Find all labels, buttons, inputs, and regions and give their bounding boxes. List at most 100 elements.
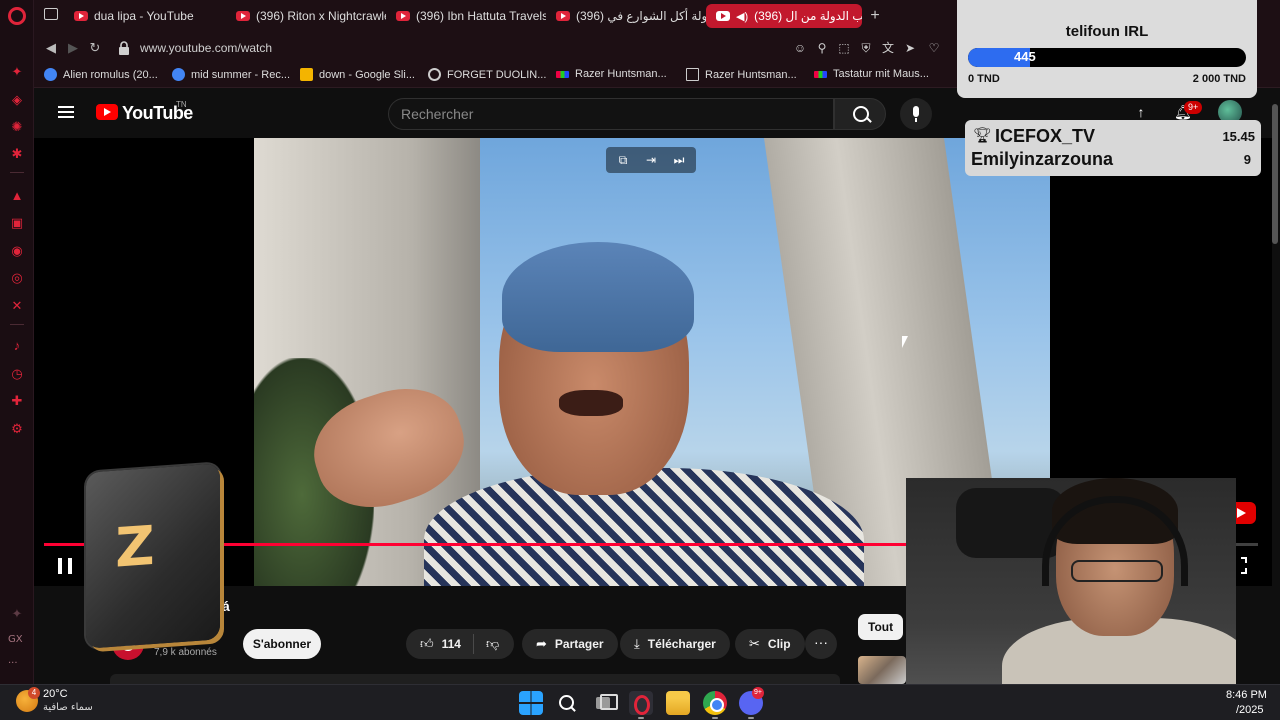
aria-icon[interactable]: ▲ — [9, 188, 25, 204]
notification-badge: 9+ — [1184, 101, 1203, 114]
twitch-icon[interactable]: ✦ — [9, 64, 25, 80]
more-icon[interactable]: ··· — [8, 658, 18, 669]
flow-icon[interactable]: ✺ — [9, 119, 25, 135]
clock-time[interactable]: 8:46 PM — [1226, 689, 1267, 701]
speaker-icon[interactable]: ◀) — [736, 10, 748, 23]
tab-menu-icon[interactable] — [44, 8, 58, 20]
mouse-cursor-icon — [902, 336, 908, 348]
donation-max-label: 2 000 TND — [1192, 73, 1246, 85]
reload-icon[interactable]: ↻ — [86, 39, 104, 57]
music-icon[interactable]: ♪ — [9, 338, 25, 354]
donation-min-label: 0 TND — [968, 73, 1000, 85]
download-button[interactable]: ⤓ Télécharger — [620, 629, 730, 659]
opera-gx-taskbar-icon[interactable] — [629, 691, 653, 715]
pause-button[interactable] — [58, 558, 72, 574]
bookmark-item[interactable]: Alien romulus (20... — [44, 68, 158, 81]
subscribe-button[interactable]: S'abonner — [243, 629, 321, 659]
share-label: Partager — [554, 637, 604, 651]
bookmark-item[interactable]: Tastatur mit Maus... — [814, 68, 929, 80]
donation-progress-bar: 445 — [968, 48, 1246, 67]
tab[interactable]: (396) Ibn Hattuta Travels — [386, 4, 546, 28]
donation-current-amount: 445 — [1014, 49, 1036, 64]
donation-goal-title: telifoun IRL — [1065, 23, 1149, 40]
file-explorer-icon[interactable] — [666, 691, 690, 715]
chip-all[interactable]: Tout — [858, 614, 904, 640]
opera-logo-icon[interactable] — [8, 7, 26, 25]
history-icon[interactable]: ◷ — [9, 366, 25, 382]
url-text[interactable]: www.youtube.com/watch — [140, 41, 272, 55]
bookmark-label: Razer Huntsman... — [575, 68, 667, 80]
emoji-icon[interactable]: ☺ — [792, 40, 808, 56]
windows-start-icon[interactable] — [519, 691, 543, 715]
bookmark-item[interactable]: Razer Huntsman... — [556, 68, 667, 80]
second-donor-amount: 9 — [1243, 152, 1251, 167]
more-actions-button[interactable]: ··· — [805, 629, 837, 659]
extensions-icon[interactable]: ✚ — [9, 393, 25, 409]
youtube-logo-icon[interactable] — [96, 104, 118, 120]
voice-search-button[interactable] — [900, 98, 932, 130]
scissors-icon: ✂ — [749, 636, 760, 651]
recommended-video-thumbnail[interactable] — [858, 656, 906, 684]
translate-icon[interactable]: 文 — [880, 40, 896, 56]
like-count[interactable]: 114 — [442, 637, 461, 651]
download-label: Télécharger — [647, 637, 716, 651]
bookmark-label: mid summer - Rec... — [191, 68, 291, 81]
thumbs-up-icon[interactable]: 👍︎ — [420, 636, 434, 652]
taskbar-search-icon[interactable] — [555, 691, 579, 715]
forward-icon[interactable]: ▶ — [64, 39, 82, 57]
gx-label: GX — [8, 634, 23, 645]
tab[interactable]: (396) جولة أكل الشوارع في — [546, 4, 706, 28]
tab-title: (396) Riton x Nightcrawle — [256, 9, 386, 23]
shield-icon[interactable]: ⛨ — [858, 40, 874, 56]
thumbs-down-icon[interactable]: 👎︎ — [486, 636, 499, 652]
pop-out-icon[interactable]: ⇥ — [638, 150, 664, 170]
pin-icon[interactable]: ✦ — [9, 606, 25, 622]
video-person-shirt — [424, 468, 864, 586]
menu-icon[interactable] — [58, 106, 74, 118]
page-icon — [686, 68, 699, 81]
instagram-icon[interactable]: ◎ — [9, 270, 25, 286]
youtube-favicon-icon — [396, 11, 410, 21]
miniplayer-icon[interactable]: ⧉ — [610, 150, 636, 170]
youtube-favicon-icon — [716, 11, 730, 21]
bookmark-item[interactable]: FORGET DUOLIN... — [428, 68, 546, 81]
upload-icon[interactable]: ↑ — [1134, 104, 1148, 120]
new-tab-button[interactable]: + — [866, 7, 884, 25]
lock-icon — [119, 41, 129, 55]
chrome-icon[interactable] — [703, 691, 727, 715]
gx-corner-icon[interactable]: ◈ — [9, 92, 25, 108]
clip-button[interactable]: ✂ Clip — [735, 629, 805, 659]
twitch-sidebar-icon[interactable]: ▣ — [9, 215, 25, 231]
weather-description[interactable]: سماء صافية — [43, 702, 93, 713]
send-icon[interactable]: ➤ — [902, 40, 918, 56]
youtube-favicon-icon — [556, 11, 570, 21]
scrollbar[interactable] — [1272, 104, 1278, 244]
x-icon[interactable]: ✕ — [9, 298, 25, 314]
clock-date[interactable]: /2025 — [1236, 704, 1264, 716]
skip-next-icon[interactable]: ⏭ — [666, 150, 692, 170]
bookmark-item[interactable]: mid summer - Rec... — [172, 68, 290, 81]
search-button[interactable] — [834, 98, 886, 130]
snapshot-icon[interactable]: ⬚ — [836, 40, 852, 56]
description-box[interactable] — [110, 674, 840, 684]
task-view-icon[interactable] — [592, 691, 618, 715]
screen: ✦ ◈ ✺ ✱ ▲ ▣ ◉ ◎ ✕ ♪ ◷ ✚ ⚙ ✦ GX ··· dua l… — [0, 0, 1280, 720]
messenger-icon[interactable]: ◉ — [9, 243, 25, 259]
weather-temperature[interactable]: 20°C — [43, 688, 68, 700]
windows-taskbar: 4 20°C سماء صافية 9+ 8:46 PM /2025 — [0, 684, 1280, 720]
settings-icon[interactable]: ⚙ — [9, 421, 25, 437]
search-input[interactable]: Rechercher — [388, 98, 834, 130]
tab-active[interactable]: ◀) (396) ظرب الدولة من ال — [706, 4, 862, 28]
sidebar-divider — [10, 172, 24, 173]
tab[interactable]: (396) Riton x Nightcrawle — [226, 4, 386, 28]
tab[interactable]: dua lipa - YouTube — [64, 4, 224, 28]
gx-cleaner-icon[interactable]: ✱ — [9, 146, 25, 162]
flag-icon — [556, 70, 569, 78]
sidebar-divider — [10, 324, 24, 325]
back-icon[interactable]: ◀ — [42, 39, 60, 57]
share-button[interactable]: ➦ Partager — [522, 629, 618, 659]
heart-icon[interactable]: ♡ — [926, 40, 942, 56]
bookmark-item[interactable]: Razer Huntsman... — [686, 68, 797, 81]
bookmark-item[interactable]: down - Google Sli... — [300, 68, 415, 81]
pin-url-icon[interactable]: ⚲ — [814, 40, 830, 56]
